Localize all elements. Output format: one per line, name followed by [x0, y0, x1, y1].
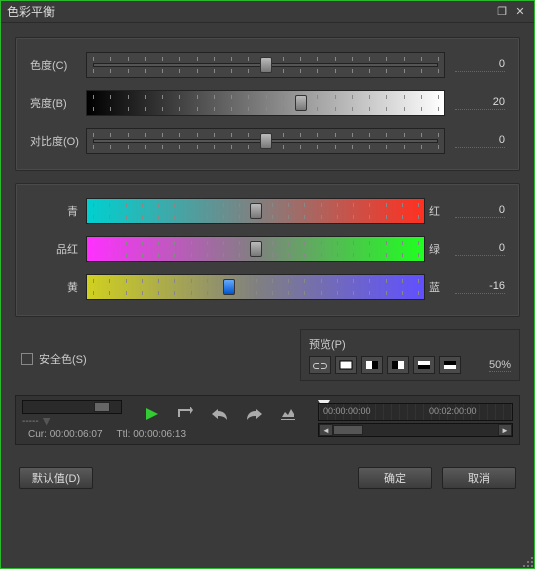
- checkbox-icon: [21, 353, 33, 365]
- slider-label: 亮度(B): [30, 95, 86, 111]
- resize-grip-icon[interactable]: [521, 555, 533, 567]
- slider-label-right: 绿: [425, 241, 445, 257]
- slider-row: 亮度(B) 20: [30, 88, 505, 118]
- preview-mode-5[interactable]: [439, 356, 461, 374]
- slider-label: 对比度(O): [30, 133, 86, 149]
- ruler-mark: 00:00:00:00: [323, 406, 371, 416]
- preview-mode-1[interactable]: [335, 356, 357, 374]
- preview-title: 预览(P): [309, 336, 511, 352]
- slider-track[interactable]: [86, 274, 425, 300]
- slider-thumb[interactable]: [260, 133, 272, 149]
- slider-value[interactable]: 0: [455, 134, 505, 148]
- slider-track[interactable]: [86, 236, 425, 262]
- scope-button[interactable]: [278, 404, 298, 424]
- rate-display: -----: [22, 416, 122, 427]
- slider-thumb[interactable]: [223, 279, 235, 295]
- slider-label-left: 黄: [30, 279, 86, 295]
- slider-thumb[interactable]: [295, 95, 307, 111]
- safe-color-label: 安全色(S): [39, 351, 87, 367]
- slider-label-right: 蓝: [425, 279, 445, 295]
- slider-track[interactable]: [86, 198, 425, 224]
- slider-label: 色度(C): [30, 57, 86, 73]
- slider-row: 色度(C) 0: [30, 50, 505, 80]
- slider-value[interactable]: 0: [455, 58, 505, 72]
- slider-row: 对比度(O) 0: [30, 126, 505, 156]
- loop-button[interactable]: [176, 404, 196, 424]
- window-title: 色彩平衡: [7, 3, 55, 20]
- preview-mode-2[interactable]: [361, 356, 383, 374]
- preview-value[interactable]: 50%: [489, 359, 511, 372]
- color-slider-row: 青 红 0: [30, 196, 505, 226]
- scroll-left-icon[interactable]: ◄: [319, 424, 333, 436]
- redo-button[interactable]: [244, 404, 264, 424]
- transport-panel: ----- Cur: 00:00:06:07 Ttl: 00:00:06:13 …: [15, 395, 520, 445]
- slider-label-right: 红: [425, 203, 445, 219]
- color-balance-panel: 青 红 0 品红 绿 0 黄 蓝 -16: [15, 183, 520, 317]
- tone-panel: 色度(C) 0 亮度(B) 20 对比度(O) 0: [15, 37, 520, 171]
- cancel-button[interactable]: 取消: [442, 467, 516, 489]
- slider-thumb[interactable]: [250, 241, 262, 257]
- timecode-display: Cur: 00:00:06:07 Ttl: 00:00:06:13: [22, 427, 310, 440]
- slider-value[interactable]: 20: [455, 96, 505, 110]
- slider-label-left: 青: [30, 203, 86, 219]
- timeline[interactable]: 00:00:00:00 00:02:00:00 ◄ ►: [318, 403, 513, 437]
- safe-color-checkbox[interactable]: 安全色(S): [15, 329, 87, 367]
- slider-value[interactable]: 0: [455, 204, 505, 218]
- titlebar: 色彩平衡 ❐ ✕: [1, 1, 534, 23]
- timeline-scrollbar[interactable]: ◄ ►: [318, 423, 513, 437]
- slider-thumb[interactable]: [260, 57, 272, 73]
- undo-button[interactable]: [210, 404, 230, 424]
- play-button[interactable]: [142, 404, 162, 424]
- preview-panel: 预览(P) 50%: [300, 329, 520, 381]
- preview-mode-4[interactable]: [413, 356, 435, 374]
- ruler-mark: 00:02:00:00: [429, 406, 477, 416]
- slider-track[interactable]: [86, 128, 445, 154]
- ok-button[interactable]: 确定: [358, 467, 432, 489]
- preview-link-button[interactable]: [309, 356, 331, 374]
- scroll-right-icon[interactable]: ►: [498, 424, 512, 436]
- slider-thumb[interactable]: [250, 203, 262, 219]
- maximize-button[interactable]: ❐: [494, 5, 510, 19]
- color-slider-row: 黄 蓝 -16: [30, 272, 505, 302]
- preview-mode-3[interactable]: [387, 356, 409, 374]
- slider-value[interactable]: 0: [455, 242, 505, 256]
- slider-track[interactable]: [86, 90, 445, 116]
- slider-value[interactable]: -16: [455, 280, 505, 294]
- slider-label-left: 品红: [30, 241, 86, 257]
- scrub-slider[interactable]: [22, 400, 122, 414]
- color-slider-row: 品红 绿 0: [30, 234, 505, 264]
- timeline-ruler[interactable]: 00:00:00:00 00:02:00:00: [318, 403, 513, 421]
- close-button[interactable]: ✕: [512, 5, 528, 19]
- slider-track[interactable]: [86, 52, 445, 78]
- default-button[interactable]: 默认值(D): [19, 467, 93, 489]
